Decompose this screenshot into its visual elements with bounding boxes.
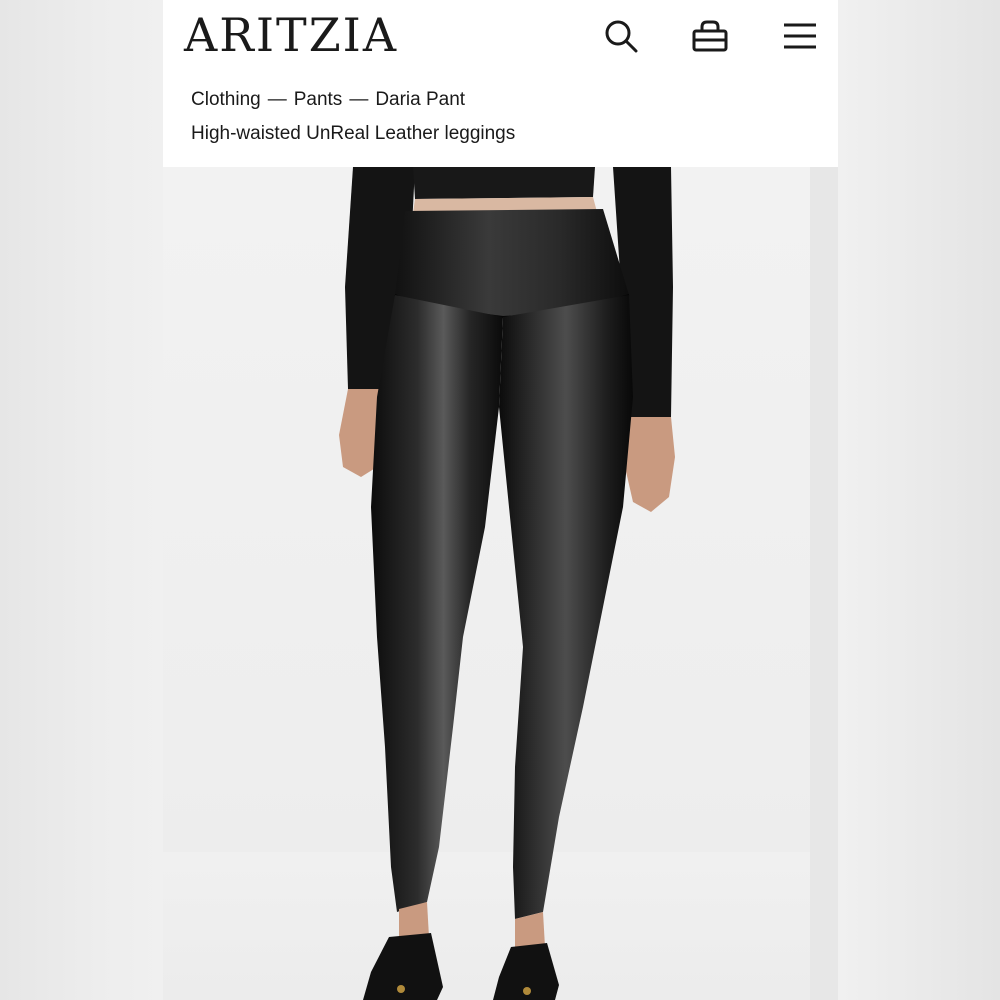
bag-button[interactable]	[688, 14, 732, 58]
left-background	[0, 0, 163, 1000]
breadcrumb-item-daria-pant[interactable]: Daria Pant	[375, 89, 465, 110]
shopping-bag-icon	[691, 19, 729, 53]
menu-button[interactable]	[778, 14, 822, 58]
hamburger-menu-icon	[782, 22, 818, 50]
right-background	[838, 0, 1000, 1000]
breadcrumb-separator: —	[349, 89, 369, 110]
product-title: High-waisted UnReal Leather leggings	[191, 123, 516, 144]
breadcrumb-item-clothing[interactable]: Clothing	[191, 89, 261, 110]
search-icon	[603, 18, 639, 54]
breadcrumb-separator: —	[267, 89, 287, 110]
breadcrumb: Clothing — Pants — Daria Pant	[191, 89, 465, 111]
phone-screen: ARITZIA Clothing — Pants — Daria Pant Hi…	[163, 0, 838, 1000]
search-button[interactable]	[599, 14, 643, 58]
breadcrumb-item-pants[interactable]: Pants	[294, 89, 343, 110]
site-header: ARITZIA Clothing — Pants — Daria Pant Hi…	[163, 0, 838, 167]
model-illustration	[339, 167, 675, 1000]
product-image[interactable]	[163, 167, 838, 1000]
brand-logo[interactable]: ARITZIA	[184, 8, 398, 62]
